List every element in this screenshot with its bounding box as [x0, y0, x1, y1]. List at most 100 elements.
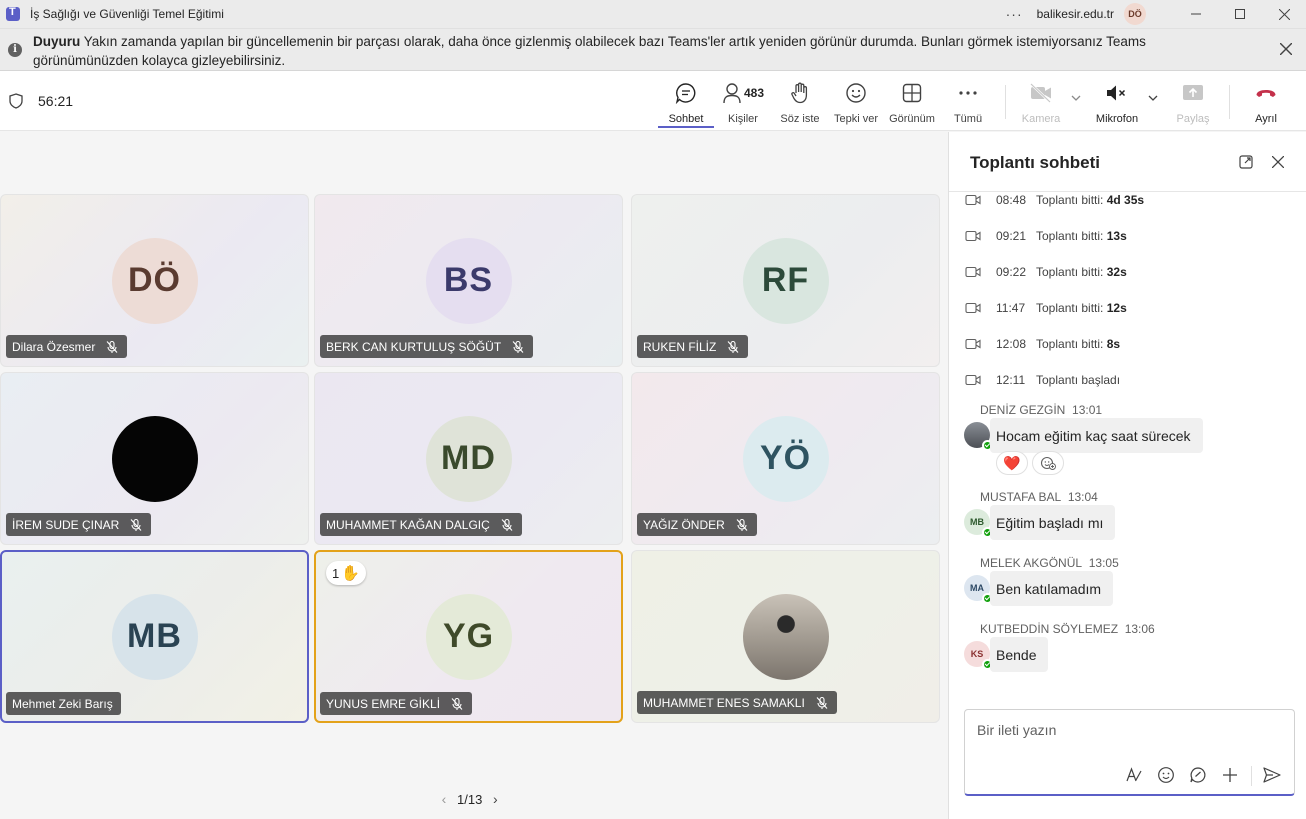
emoji-icon — [846, 83, 866, 103]
chat-icon — [675, 83, 696, 104]
event-text: Toplantı bitti: — [1036, 193, 1104, 207]
participant-nameplate: Mehmet Zeki Barış — [6, 692, 121, 715]
participant-name: BERK CAN KURTULUŞ SÖĞÜT — [326, 339, 502, 354]
meeting-event-row: 12:08 Toplantı bitti: 8s — [965, 335, 1120, 353]
event-time: 11:47 — [996, 301, 1026, 315]
grid-view-icon — [902, 83, 922, 103]
event-time: 12:11 — [996, 373, 1026, 387]
people-icon — [723, 83, 741, 104]
maximize-icon — [1235, 9, 1245, 19]
react-button[interactable]: Tepki ver — [828, 81, 884, 127]
event-text: Toplantı bitti: — [1036, 337, 1104, 351]
participant-avatar: RF — [742, 237, 829, 324]
banner-text: Yakın zamanda yapılan bir güncellemenin … — [33, 34, 1146, 68]
participant-avatar: YÖ — [742, 415, 829, 502]
plus-icon — [1223, 768, 1237, 782]
participant-tile[interactable]: YÖ YAĞIZ ÖNDER — [631, 372, 940, 545]
participant-tile[interactable]: İREM SUDE ÇINAR — [0, 372, 309, 545]
participant-tile[interactable]: MUHAMMET ENES SAMAKLI — [631, 550, 940, 723]
participant-tile-hand-raised[interactable]: 1 ✋ YG YUNUS EMRE GİKLİ — [314, 550, 623, 723]
close-icon — [1271, 155, 1285, 169]
video-camera-icon — [965, 374, 981, 386]
event-duration: 32s — [1106, 265, 1127, 279]
react-label: Tepki ver — [833, 113, 879, 125]
heart-reaction[interactable]: ❤️ — [996, 451, 1028, 475]
title-bar: İş Sağlığı ve Güvenliği Temel Eğitimi ··… — [0, 0, 1306, 28]
meeting-event-row: 08:48 Toplantı bitti: 4d 35s — [965, 191, 1144, 209]
sender-avatar[interactable]: KS — [964, 641, 993, 670]
org-name[interactable]: balikesir.edu.tr — [1037, 7, 1114, 21]
participant-tile[interactable]: RF RUKEN FİLİZ — [631, 194, 940, 367]
participant-nameplate: MUHAMMET KAĞAN DALGIÇ — [320, 513, 522, 536]
sender-avatar[interactable] — [964, 422, 993, 451]
more-button[interactable]: Tümü — [940, 81, 996, 127]
meeting-event-row: 11:47 Toplantı bitti: 12s — [965, 299, 1127, 317]
attach-button[interactable] — [1219, 764, 1241, 786]
view-button[interactable]: Görünüm — [884, 81, 940, 127]
message-sender: KUTBEDDİN SÖYLEMEZ — [980, 622, 1119, 636]
toolbar-divider — [1005, 85, 1006, 119]
chat-message[interactable]: Eğitim başladı mı — [990, 505, 1116, 540]
teams-logo-icon — [6, 6, 20, 21]
meeting-event-row: 09:22 Toplantı bitti: 32s — [965, 263, 1127, 281]
hang-up-icon — [1256, 90, 1276, 97]
gallery-pager: ‹ 1/13 › — [435, 791, 504, 807]
participant-name: RUKEN FİLİZ — [643, 339, 717, 354]
event-text: Toplantı bitti: — [1036, 265, 1104, 279]
next-page-chevron-right-icon[interactable]: › — [486, 791, 504, 807]
share-button[interactable]: Paylaş — [1165, 81, 1221, 127]
chat-message[interactable]: Bende — [990, 637, 1049, 672]
minimize-button[interactable] — [1174, 0, 1218, 28]
leave-button[interactable]: Ayrıl — [1238, 81, 1294, 127]
maximize-button[interactable] — [1218, 0, 1262, 28]
participant-tile[interactable]: MD MUHAMMET KAĞAN DALGIÇ — [314, 372, 623, 545]
close-window-button[interactable] — [1262, 0, 1306, 28]
meeting-toolbar: 56:21 Sohbet 483 Kişiler Söz iste Tepki … — [0, 71, 1306, 131]
more-options-icon[interactable]: ··· — [1006, 6, 1023, 22]
raise-hand-button[interactable]: Söz iste — [772, 81, 828, 127]
send-button[interactable] — [1261, 764, 1283, 786]
format-button[interactable] — [1123, 764, 1145, 786]
banner-heading: Duyuru — [33, 34, 81, 49]
emoji-button[interactable] — [1155, 764, 1177, 786]
add-reaction-button[interactable] — [1032, 451, 1064, 475]
camera-options-chevron-down-icon[interactable] — [1071, 93, 1081, 103]
message-sender: DENİZ GEZGİN — [980, 403, 1066, 417]
participant-nameplate: Dilara Özesmer — [6, 335, 128, 358]
microphone-button[interactable]: Mikrofon — [1089, 81, 1145, 127]
chat-close-button[interactable] — [1271, 152, 1285, 173]
meeting-chat-panel: Toplantı sohbeti 08:48 Toplantı bitti: 4… — [948, 132, 1306, 819]
message-meta: KUTBEDDİN SÖYLEMEZ 13:06 — [980, 622, 1155, 636]
sender-avatar[interactable]: MA — [964, 575, 993, 604]
participant-nameplate: İREM SUDE ÇINAR — [6, 513, 152, 536]
user-avatar[interactable]: DÖ — [1124, 3, 1146, 25]
sender-avatar[interactable]: MB — [964, 509, 993, 538]
shield-icon[interactable] — [9, 93, 23, 109]
pop-out-icon[interactable] — [1239, 155, 1253, 169]
banner-close-button[interactable] — [1279, 39, 1293, 60]
chat-header: Toplantı sohbeti — [949, 132, 1306, 192]
participant-name: Dilara Özesmer — [12, 339, 96, 354]
camera-button[interactable]: Kamera — [1013, 81, 1069, 127]
send-icon — [1263, 767, 1281, 783]
loop-component-button[interactable] — [1187, 764, 1209, 786]
chat-message[interactable]: Hocam eğitim kaç saat sürecek — [990, 418, 1203, 453]
people-button[interactable]: 483 Kişiler — [714, 81, 772, 127]
video-camera-icon — [965, 194, 981, 206]
chat-button[interactable]: Sohbet — [658, 81, 714, 128]
mic-options-chevron-down-icon[interactable] — [1148, 93, 1158, 103]
event-duration: 4d 35s — [1106, 193, 1145, 207]
participant-avatar: MB — [111, 593, 198, 680]
participant-avatar: YG — [425, 593, 512, 680]
participant-tile[interactable]: DÖ Dilara Özesmer — [0, 194, 309, 367]
hand-order: 1 — [332, 565, 340, 581]
message-time: 13:04 — [1067, 490, 1098, 504]
participant-tile[interactable]: BS BERK CAN KURTULUŞ SÖĞÜT — [314, 194, 623, 367]
participant-nameplate: MUHAMMET ENES SAMAKLI — [637, 691, 837, 714]
participant-tile-speaking[interactable]: MB Mehmet Zeki Barış — [0, 550, 309, 723]
chat-message[interactable]: Ben katılamadım — [990, 571, 1114, 606]
message-input[interactable] — [977, 720, 1277, 740]
camera-off-icon — [1030, 83, 1051, 103]
previous-page-chevron-left-icon[interactable]: ‹ — [435, 791, 453, 807]
message-meta: MUSTAFA BAL 13:04 — [980, 490, 1098, 504]
